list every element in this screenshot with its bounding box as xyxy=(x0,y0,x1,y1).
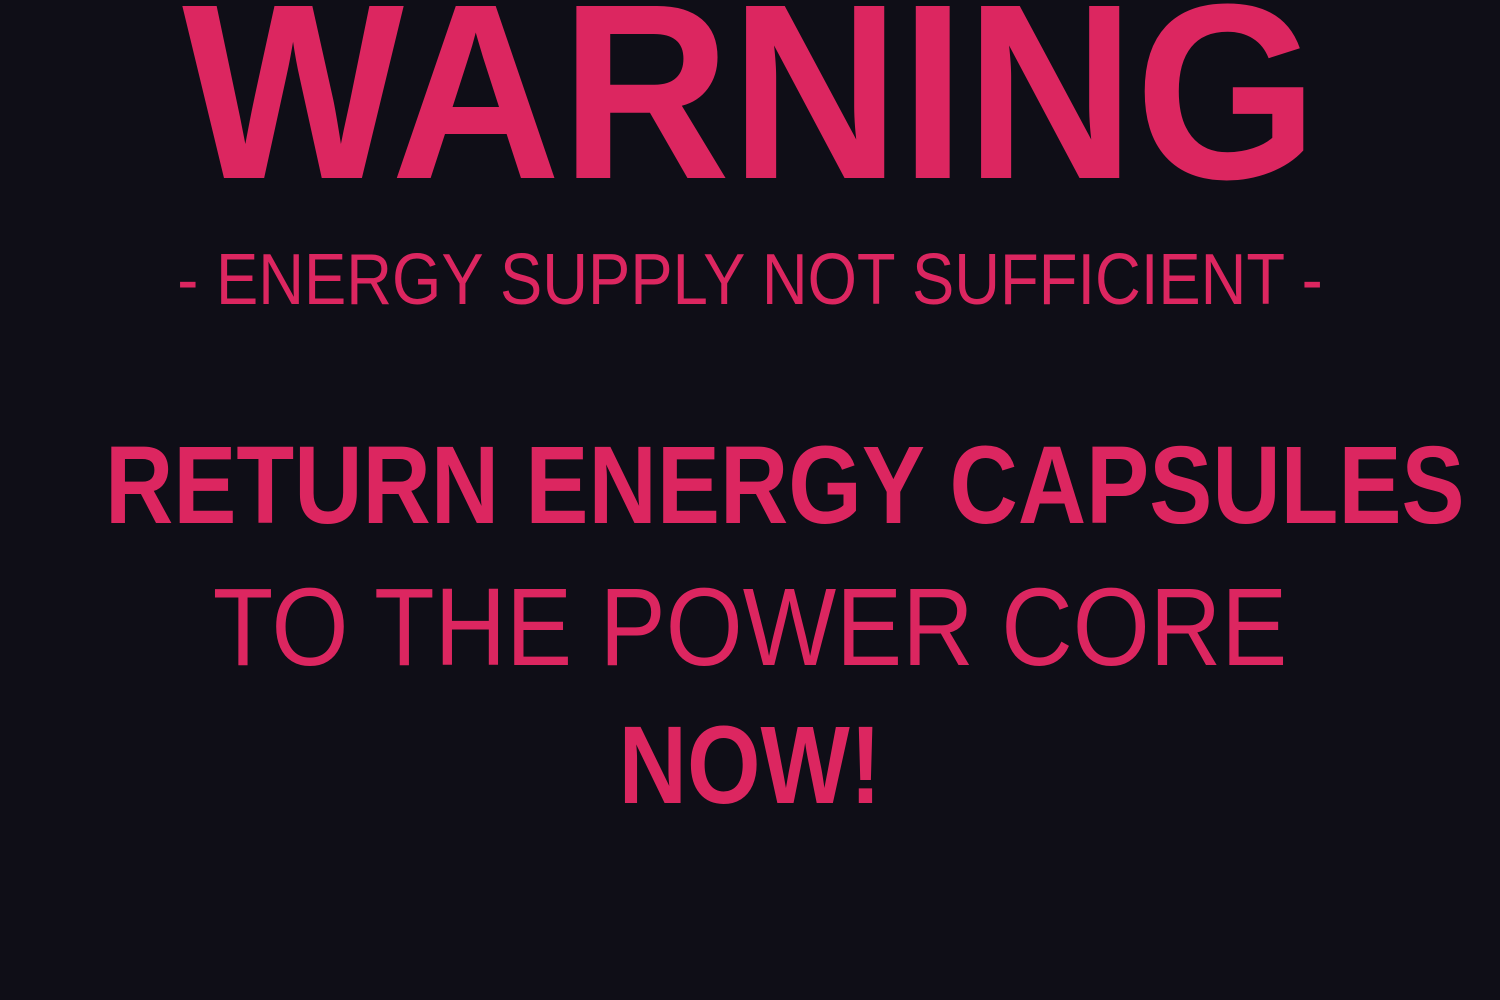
warning-title: WARNING xyxy=(182,0,1318,231)
urgent-now-text: NOW! xyxy=(618,704,882,827)
warning-screen: WARNING - ENERGY SUPPLY NOT SUFFICIENT -… xyxy=(0,0,1500,1000)
power-core-instruction: TO THE POWER CORE xyxy=(212,566,1288,689)
energy-supply-subtitle: - ENERGY SUPPLY NOT SUFFICIENT - xyxy=(177,240,1323,320)
return-capsules-instruction: RETURN ENERGY CAPSULES xyxy=(105,424,1465,547)
